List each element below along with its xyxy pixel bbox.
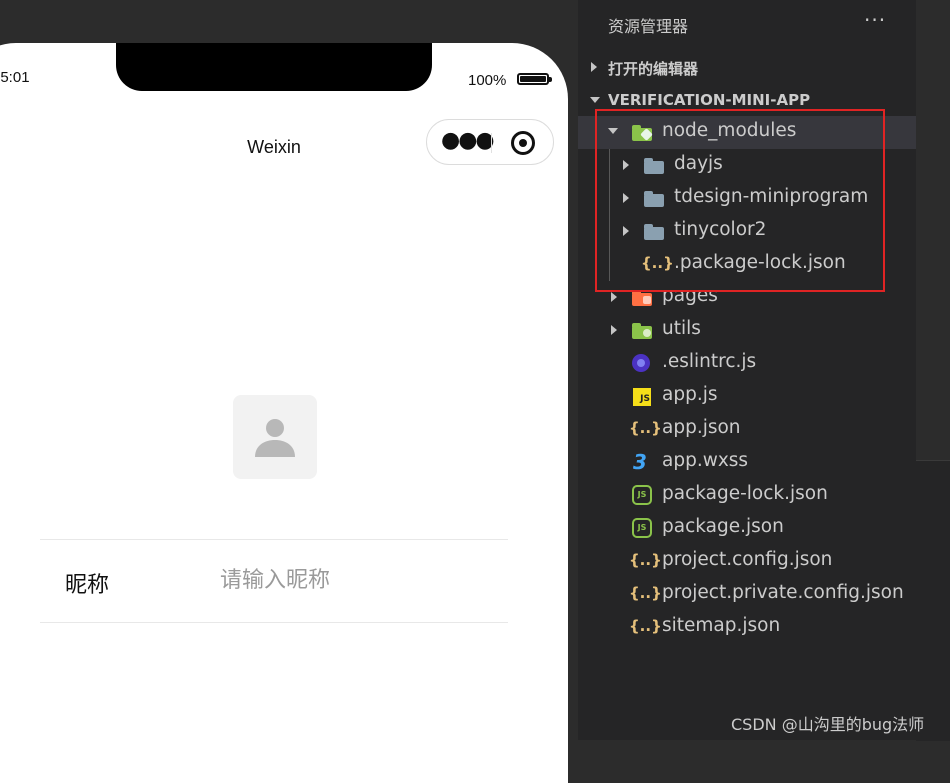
- watermark: CSDN @山沟里的bug法师: [731, 715, 925, 734]
- tree-item-project-config-json[interactable]: {..} project.config.json: [578, 545, 916, 578]
- json-icon: {..}: [629, 419, 662, 437]
- tree-item-sitemap-json[interactable]: {..} sitemap.json: [578, 611, 916, 644]
- section-open-editors[interactable]: 打开的编辑器: [578, 52, 916, 82]
- target-icon[interactable]: [511, 131, 535, 155]
- section-label: VERIFICATION-MINI-APP: [608, 91, 811, 109]
- explorer-title: 资源管理器: [608, 17, 689, 36]
- tree-item-project-private-config-json[interactable]: {..} project.private.config.json: [578, 578, 916, 611]
- nodejs-icon: JS: [632, 518, 652, 538]
- nickname-label: 昵称: [65, 573, 110, 598]
- tree-item-label: project.private.config.json: [662, 582, 904, 603]
- tree-item-label: app.json: [662, 417, 741, 438]
- tree-item-app-js[interactable]: JS app.js: [578, 380, 916, 413]
- tree-item-label: .eslintrc.js: [662, 351, 757, 372]
- battery-percentage: 100%: [468, 72, 507, 89]
- user-silhouette-icon: [255, 419, 295, 457]
- section-label: 打开的编辑器: [608, 60, 699, 78]
- form-divider-bottom: [40, 622, 508, 623]
- chevron-right-icon: [591, 62, 597, 72]
- tree-item-label: utils: [662, 318, 701, 339]
- tree-item-label: app.wxss: [662, 450, 749, 471]
- json-icon: {..}: [629, 617, 662, 635]
- avatar-button[interactable]: [233, 395, 317, 479]
- chevron-right-icon: [611, 325, 617, 335]
- more-actions-icon[interactable]: ···: [864, 8, 886, 32]
- capsule-divider: [491, 133, 492, 153]
- tree-item-utils[interactable]: utils: [578, 314, 916, 347]
- tree-item-label: package.json: [662, 516, 784, 537]
- chevron-down-icon: [590, 97, 600, 103]
- tree-item-label: project.config.json: [662, 549, 833, 570]
- nodejs-icon: JS: [632, 485, 652, 505]
- tree-item-package-lock-json[interactable]: JS package-lock.json: [578, 479, 916, 512]
- js-icon: JS: [633, 388, 651, 406]
- editor-edge-lower: [916, 460, 950, 741]
- eslint-icon: [632, 354, 650, 372]
- chevron-right-icon: [611, 292, 617, 302]
- tree-item-app-json[interactable]: {..} app.json: [578, 413, 916, 446]
- tree-item-package-json[interactable]: JS package.json: [578, 512, 916, 545]
- json-icon: {..}: [629, 551, 662, 569]
- phone-screen: 15:01 100% Weixin ●●● 昵称: [0, 43, 568, 783]
- tree-item-app-wxss[interactable]: 3 app.wxss: [578, 446, 916, 479]
- highlight-box: [595, 109, 885, 292]
- battery-icon: [517, 73, 552, 85]
- ellipsis-icon[interactable]: ●●●: [441, 129, 495, 153]
- css-icon: 3: [633, 450, 647, 474]
- tree-item-label: sitemap.json: [662, 615, 781, 636]
- phone-notch: [116, 43, 432, 91]
- capsule-menu: ●●●: [426, 119, 554, 165]
- tree-item-label: app.js: [662, 384, 718, 405]
- status-time: 15:01: [0, 69, 30, 86]
- json-icon: {..}: [629, 584, 662, 602]
- utils-folder-icon: [632, 323, 652, 339]
- tree-item-label: package-lock.json: [662, 483, 828, 504]
- pages-folder-icon: [632, 290, 652, 306]
- nickname-input[interactable]: [220, 563, 500, 597]
- form-divider-top: [40, 539, 508, 540]
- tree-item-eslintrc[interactable]: .eslintrc.js: [578, 347, 916, 380]
